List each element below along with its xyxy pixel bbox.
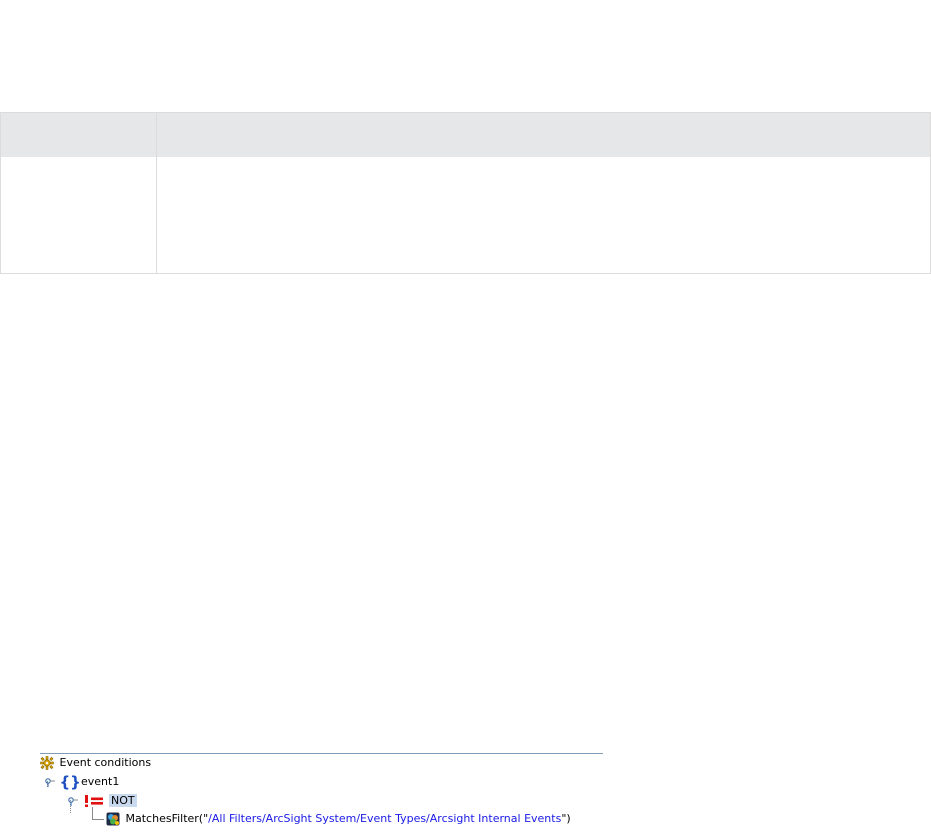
- expand-toggle-icon[interactable]: [67, 794, 79, 808]
- filter-expression: MatchesFilter("/All Filters/ArcSight Sys…: [126, 812, 571, 825]
- gear-icon: [40, 756, 54, 770]
- tree-node-not[interactable]: NOT: [67, 793, 137, 809]
- function-argument: /All Filters/ArcSight System/Event Types…: [208, 812, 562, 825]
- tree-node-matches-filter[interactable]: MatchesFilter("/All Filters/ArcSight Sys…: [106, 811, 571, 827]
- tree-event-label: event1: [81, 775, 120, 788]
- event-conditions-tree: Event conditions {} event1 NOT MatchesFi…: [40, 753, 603, 826]
- tree-top-border: [40, 753, 603, 754]
- table-column-divider: [156, 113, 157, 273]
- tree-root-event-conditions[interactable]: Event conditions: [40, 755, 151, 771]
- table-header-row: [1, 113, 930, 157]
- tree-root-label: Event conditions: [59, 756, 152, 769]
- function-close: "): [561, 812, 571, 825]
- braces-icon: {}: [59, 773, 81, 791]
- expand-toggle-icon[interactable]: [44, 775, 56, 789]
- not-equal-icon: [83, 794, 105, 808]
- filter-icon: [106, 812, 120, 826]
- tree-node-event1[interactable]: {} event1: [44, 774, 119, 790]
- tree-connector: [92, 819, 104, 820]
- info-table: [0, 112, 931, 274]
- function-name: MatchesFilter(": [125, 812, 209, 825]
- tree-operator-label: NOT: [109, 794, 137, 807]
